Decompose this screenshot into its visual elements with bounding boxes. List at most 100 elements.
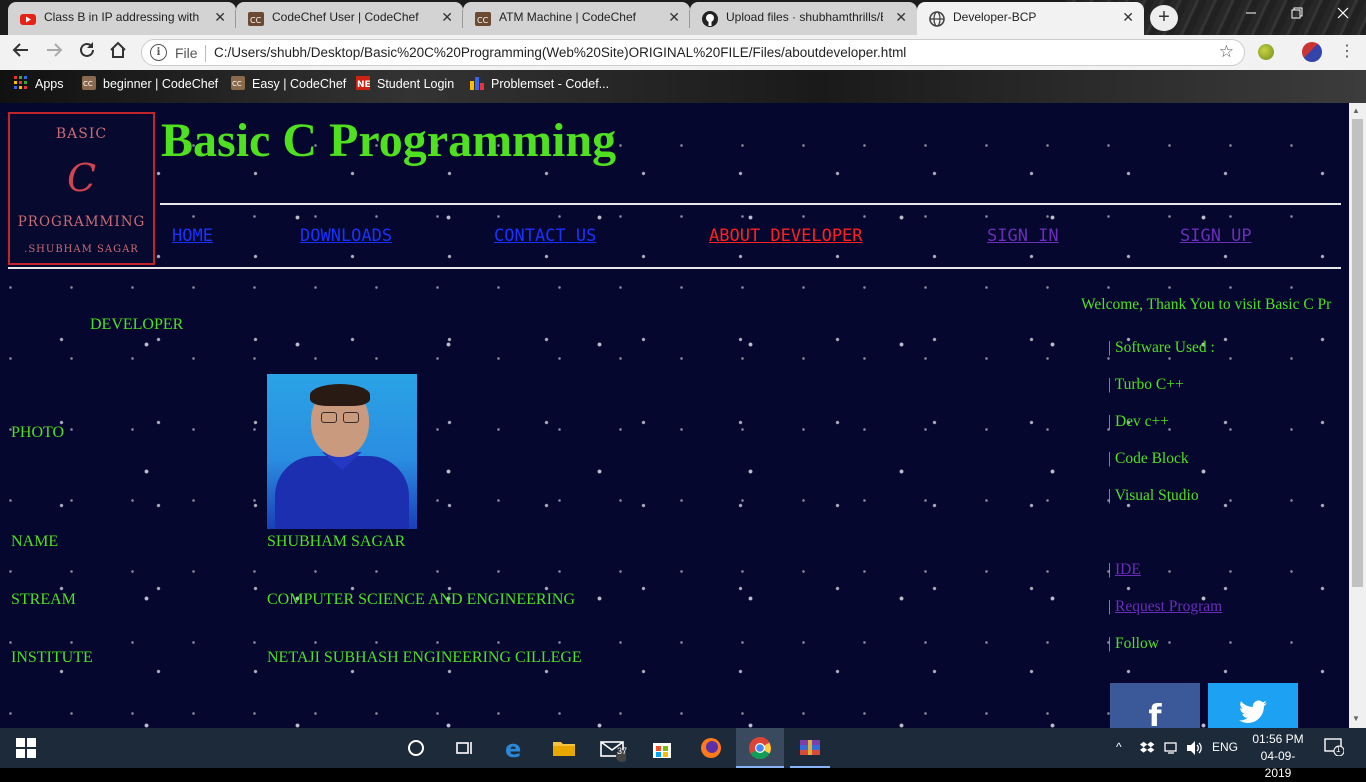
nav-sign-up-link[interactable]: SIGN UP: [1180, 226, 1252, 246]
file-scheme-label: File: [175, 45, 198, 61]
mail-badge: 37: [617, 746, 628, 756]
scroll-down-arrow-icon[interactable]: ▼: [1352, 714, 1360, 723]
task-view-button[interactable]: [450, 734, 478, 762]
bookmark-label: Easy | CodeChef: [252, 77, 347, 91]
bookmark-problemset-codeforces[interactable]: Problemset - Codef...: [470, 76, 609, 96]
site-logo: BASIC C PROGRAMMING .SHUBHAM SAGAR: [8, 112, 155, 265]
tab-developer-bcp[interactable]: Developer-BCP ✕: [917, 2, 1144, 35]
svg-text:CC: CC: [83, 80, 93, 88]
svg-text:CC: CC: [232, 80, 242, 88]
svg-text:CC: CC: [477, 16, 489, 25]
scroll-up-arrow-icon[interactable]: ▲: [1352, 106, 1360, 115]
close-tab-icon[interactable]: ✕: [1122, 9, 1134, 26]
browser-toolbar: i File C:/Users/shubh/Desktop/Basic%20C%…: [0, 35, 1366, 70]
twitter-icon: [1208, 699, 1298, 728]
dropbox-icon[interactable]: [1140, 740, 1156, 756]
close-tab-icon[interactable]: ✕: [214, 9, 226, 26]
bookmark-label: Problemset - Codef...: [491, 77, 610, 91]
action-center-button[interactable]: 1: [1324, 738, 1345, 759]
close-tab-icon[interactable]: ✕: [895, 9, 907, 26]
back-button[interactable]: [9, 41, 33, 65]
chrome-taskbar-button[interactable]: [736, 728, 784, 768]
firefox-taskbar-button[interactable]: [697, 734, 725, 762]
extension-icon[interactable]: [1258, 44, 1274, 60]
bookmark-easy-codechef[interactable]: CC Easy | CodeChef: [231, 76, 346, 96]
nav-about-developer-link[interactable]: ABOUT DEVELOPER: [709, 226, 863, 246]
cortana-circle-icon: [408, 740, 424, 756]
nav-home-link[interactable]: HOME: [172, 226, 213, 246]
close-tab-icon[interactable]: ✕: [668, 9, 680, 26]
nav-contact-us-link[interactable]: CONTACT US: [494, 226, 596, 246]
bookmark-student-login[interactable]: NE Student Login: [356, 76, 454, 96]
clock-time: 01:56 PM: [1252, 732, 1304, 746]
logo-line-basic: BASIC: [55, 126, 108, 142]
new-tab-button[interactable]: +: [1150, 5, 1178, 31]
scrollbar-thumb[interactable]: [1352, 119, 1363, 587]
windows-taskbar: e 37 ^ ENG 01:56 PM 04-09-2019 1: [0, 728, 1366, 780]
input-language[interactable]: ENG: [1212, 740, 1238, 754]
request-program-link[interactable]: Request Program: [1115, 598, 1222, 615]
close-tab-icon[interactable]: ✕: [441, 9, 453, 26]
twitter-button[interactable]: [1208, 683, 1298, 728]
network-icon[interactable]: [1164, 740, 1180, 756]
edge-icon: e: [505, 735, 521, 763]
bookmarks-bar: Apps CC beginner | CodeChef CC Easy | Code…: [0, 70, 1366, 103]
page-scrollbar[interactable]: ▲ ▼: [1349, 103, 1366, 728]
browser-menu-icon[interactable]: ⋮: [1337, 42, 1357, 62]
codechef-icon: CC: [82, 76, 96, 90]
address-bar[interactable]: i File C:/Users/shubh/Desktop/Basic%20C%…: [141, 39, 1245, 66]
edge-taskbar-button[interactable]: e: [500, 734, 528, 763]
codechef-icon: CC: [248, 12, 264, 26]
tab-title: Developer-BCP: [953, 10, 1037, 24]
ide-link[interactable]: IDE: [1115, 561, 1141, 578]
nav-downloads-link[interactable]: DOWNLOADS: [300, 226, 392, 246]
tab-title: Class B in IP addressing with E: [44, 10, 202, 24]
bookmark-label: Apps: [35, 77, 64, 91]
bookmark-apps[interactable]: Apps: [14, 76, 64, 96]
winrar-taskbar-button[interactable]: [790, 734, 830, 768]
reload-icon: [80, 42, 94, 57]
omnibox-divider: [205, 45, 206, 62]
tab-atm-machine[interactable]: CC ATM Machine | CodeChef ✕: [463, 2, 690, 35]
minimize-button[interactable]: [1228, 0, 1274, 30]
logo-line-author: .SHUBHAM SAGAR: [24, 244, 139, 255]
volume-icon[interactable]: [1186, 740, 1204, 756]
store-taskbar-button[interactable]: [648, 734, 676, 762]
home-button[interactable]: [106, 41, 130, 65]
photo-label: PHOTO: [11, 424, 65, 441]
store-bag-icon: [653, 743, 671, 758]
sidebar-separator: |: [1108, 561, 1112, 578]
profile-avatar[interactable]: [1302, 42, 1322, 62]
bookmark-star-icon[interactable]: ☆: [1219, 42, 1234, 62]
file-explorer-button[interactable]: [550, 734, 578, 762]
software-item: | Dev c++: [1108, 413, 1170, 430]
system-clock[interactable]: 01:56 PM 04-09-2019: [1248, 731, 1308, 782]
close-icon: [1337, 7, 1349, 19]
mail-taskbar-button[interactable]: 37: [598, 734, 628, 762]
winrar-icon: [800, 740, 820, 755]
tab-youtube[interactable]: Class B in IP addressing with E ✕: [8, 2, 236, 35]
logo-line-c: C: [66, 156, 97, 200]
start-button[interactable]: [12, 734, 40, 762]
tab-github-upload[interactable]: Upload files · shubhamthrills/B ✕: [690, 2, 917, 35]
tab-codechef-user[interactable]: CC CodeChef User | CodeChef ✕: [236, 2, 463, 35]
header-divider-top: [160, 203, 1341, 205]
close-window-button[interactable]: [1320, 0, 1366, 30]
restore-button[interactable]: [1274, 0, 1320, 30]
svg-text:CC: CC: [250, 16, 262, 25]
bookmark-beginner-codechef[interactable]: CC beginner | CodeChef: [82, 76, 218, 96]
site-info-icon[interactable]: i: [150, 44, 167, 61]
reload-button[interactable]: [75, 41, 99, 65]
developer-photo: [267, 374, 417, 529]
notification-icon: [1324, 738, 1345, 757]
software-heading: | Software Used :: [1108, 339, 1215, 356]
forward-button[interactable]: [42, 41, 66, 65]
nav-sign-in-link[interactable]: SIGN IN: [987, 226, 1059, 246]
cortana-button[interactable]: [402, 734, 430, 762]
show-hidden-icons-chevron[interactable]: ^: [1116, 740, 1122, 754]
facebook-icon: f: [1148, 699, 1162, 728]
url-text[interactable]: C:/Users/shubh/Desktop/Basic%20C%20Progr…: [214, 45, 906, 60]
tab-title: Upload files · shubhamthrills/B: [726, 10, 883, 24]
facebook-button[interactable]: f: [1110, 683, 1200, 728]
photo-glasses: [343, 412, 359, 423]
